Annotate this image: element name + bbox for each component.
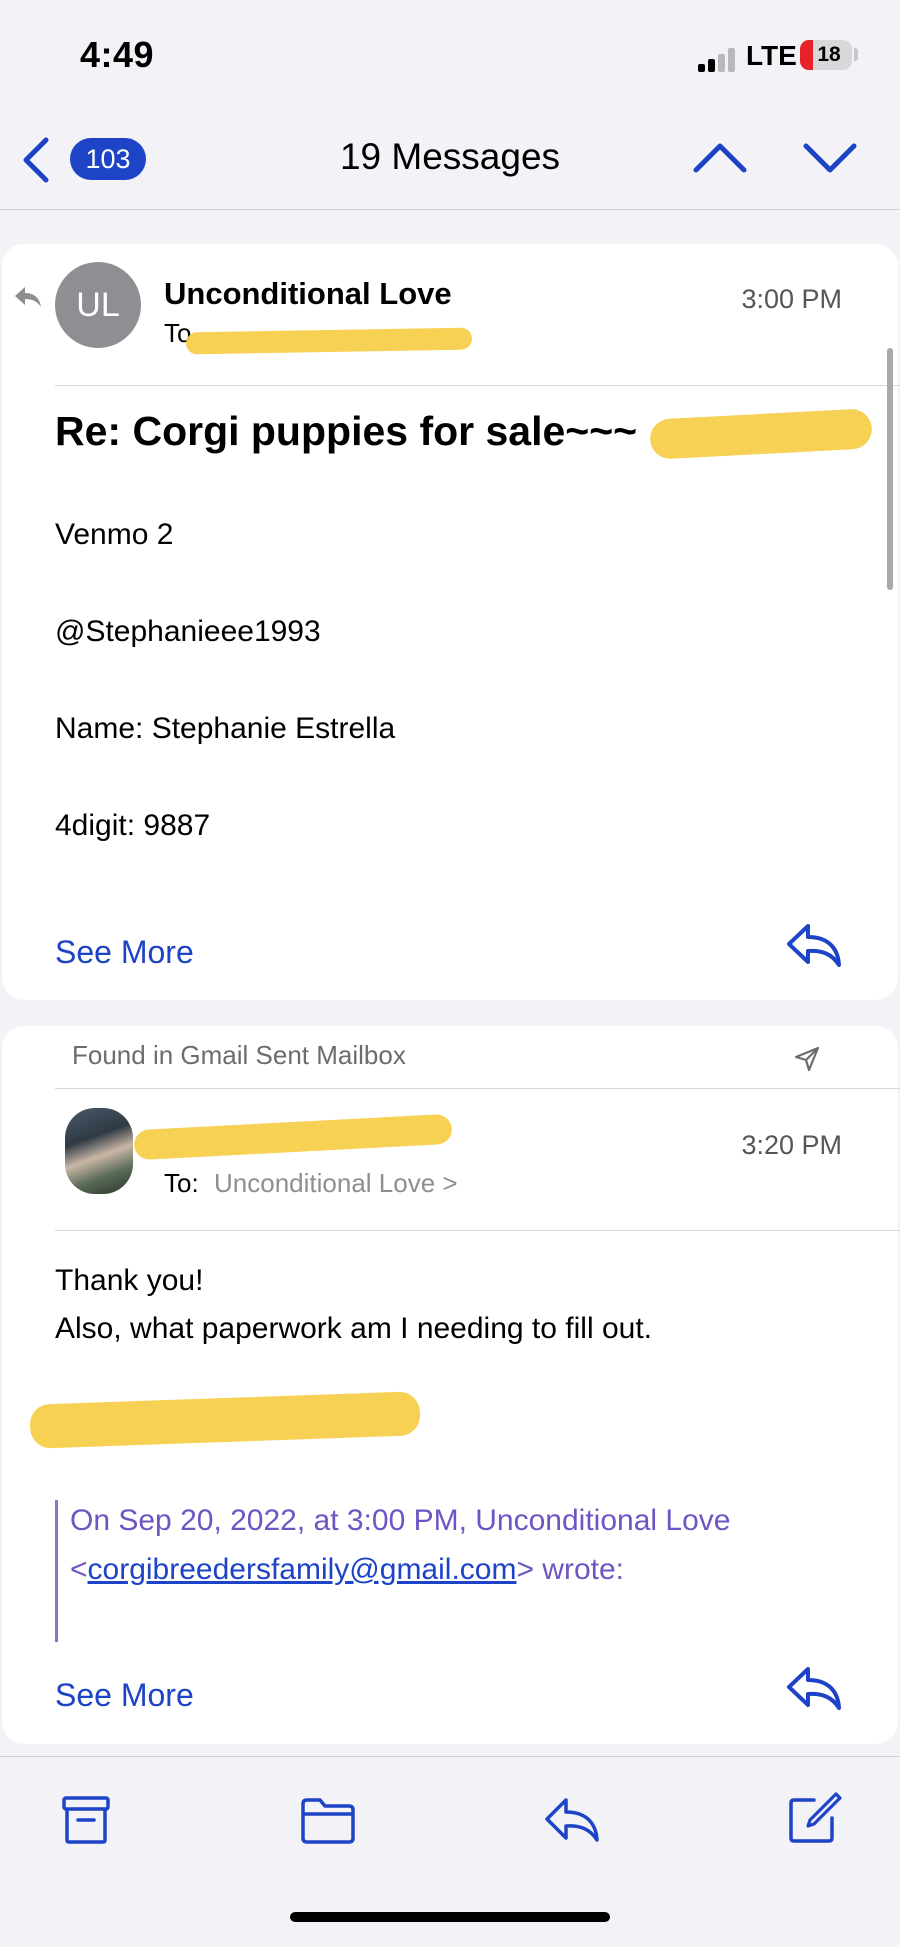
home-indicator[interactable]	[290, 1912, 610, 1922]
recipient-label: To:	[164, 1168, 199, 1198]
page-title: 19 Messages	[339, 136, 561, 177]
quote-lt: <	[70, 1553, 88, 1586]
chevron-up-icon[interactable]	[690, 138, 750, 178]
body-line: 4digit: 9887	[55, 809, 211, 842]
body-line: Name: Stephanie Estrella	[55, 712, 396, 745]
message-subject: Re: Corgi puppies for sale~~~	[55, 408, 638, 454]
signal-icon	[698, 48, 738, 72]
message-time: 3:20 PM	[741, 1130, 842, 1160]
replied-icon	[15, 287, 41, 307]
recipient-name[interactable]: Unconditional Love >	[214, 1168, 458, 1199]
status-time: 4:49	[80, 34, 155, 75]
reply-icon[interactable]	[542, 1792, 602, 1848]
quote-header: On Sep 20, 2022, at 3:00 PM, Uncondition…	[70, 1504, 731, 1537]
reply-icon[interactable]	[784, 920, 844, 970]
reply-icon[interactable]	[784, 1663, 844, 1713]
mailbox-source-label: Found in Gmail Sent Mailbox	[72, 1040, 406, 1070]
scroll-indicator[interactable]	[887, 348, 893, 590]
nav-divider	[0, 209, 900, 210]
battery-tip	[854, 48, 858, 61]
divider	[55, 1230, 900, 1231]
folder-icon[interactable]	[298, 1792, 358, 1848]
avatar: UL	[55, 262, 141, 348]
message-time: 3:00 PM	[741, 284, 842, 314]
battery-icon: 18	[800, 40, 852, 70]
divider	[55, 1088, 900, 1089]
body-line: @Stephanieee1993	[55, 615, 321, 648]
email-link[interactable]: corgibreedersfamily@gmail.com	[88, 1553, 517, 1586]
see-more-link[interactable]: See More	[55, 934, 194, 971]
chevron-down-icon[interactable]	[800, 138, 860, 178]
quote-bar	[55, 1500, 58, 1642]
body-line: Thank you!	[55, 1264, 204, 1297]
archive-icon[interactable]	[56, 1792, 116, 1848]
body-line: Venmo 2	[55, 518, 174, 551]
body-line: Also, what paperwork am I needing to fil…	[55, 1312, 652, 1345]
see-more-link[interactable]: See More	[55, 1677, 194, 1714]
divider	[55, 385, 900, 386]
quote-email-line: <corgibreedersfamily@gmail.com> wrote:	[70, 1553, 624, 1587]
sent-icon	[794, 1046, 820, 1072]
compose-icon[interactable]	[784, 1790, 844, 1846]
sender-name[interactable]: Unconditional Love	[164, 276, 452, 312]
network-label: LTE	[746, 40, 797, 71]
toolbar-divider	[0, 1756, 900, 1757]
avatar-photo	[65, 1108, 133, 1194]
quote-suffix: > wrote:	[516, 1553, 625, 1586]
battery-level: 18	[817, 43, 841, 66]
